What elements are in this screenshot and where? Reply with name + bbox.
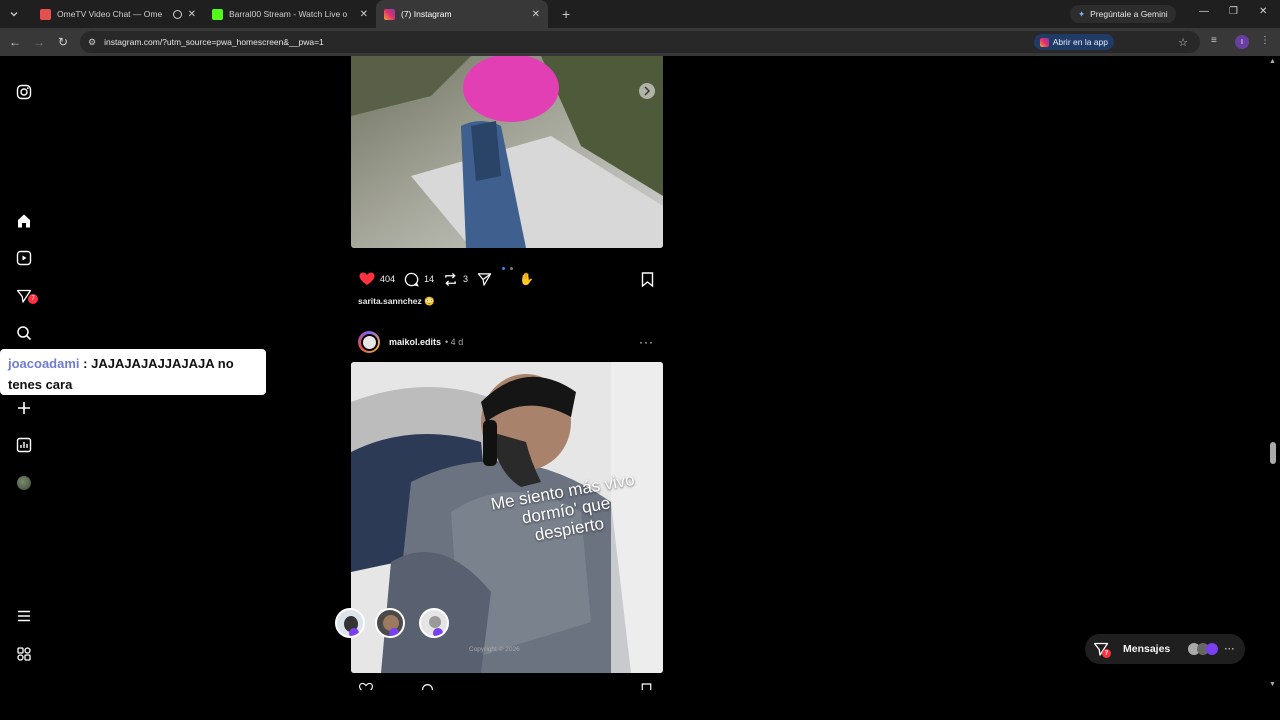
close-tab-icon[interactable]: ✕ — [188, 9, 196, 20]
reload-button[interactable]: ↻ — [51, 35, 75, 49]
scroll-down-icon[interactable]: ▼ — [1269, 681, 1276, 688]
carousel-next-icon — [639, 83, 655, 99]
browser-toolbar: ← → ↻ ⚙ instagram.com/?utm_source=pwa_ho… — [0, 28, 1280, 56]
browser-tabbar: OmeTV Video Chat — Ome ✕ Barral00 Stream… — [0, 0, 1280, 28]
minimize-button[interactable]: — — [1199, 6, 1209, 17]
messages-icon[interactable]: 7 — [14, 286, 38, 306]
home-icon[interactable] — [14, 211, 34, 231]
instagram-icon — [1039, 37, 1049, 47]
like-heart-icon[interactable] — [359, 272, 375, 286]
likes-count: 404 — [380, 274, 396, 284]
forward-button[interactable]: → — [27, 35, 51, 49]
comment-icon[interactable] — [404, 272, 419, 287]
profile-avatar[interactable]: I — [1235, 35, 1249, 49]
also-from-meta-icon[interactable] — [14, 644, 34, 664]
close-tab-icon[interactable]: ✕ — [360, 9, 368, 20]
tab-instagram[interactable]: (7) Instagram ✕ — [376, 0, 548, 28]
hand-cursor-icon: ✋ — [519, 272, 535, 286]
gemini-label: Pregúntale a Gemini — [1090, 9, 1168, 19]
site-info-icon[interactable]: ⚙ — [88, 37, 96, 48]
post-time: • 4 d — [445, 337, 464, 347]
restore-button[interactable]: ❐ — [1229, 6, 1238, 17]
chat-username: joacoadami — [8, 356, 80, 371]
page-scrollbar[interactable]: ▲ ▼ — [1266, 56, 1280, 690]
caption-emoji: 😳 — [424, 296, 435, 306]
viewer-avatar — [375, 608, 405, 638]
browser-menu-icon[interactable]: ⋮ — [1260, 35, 1270, 46]
bottom-letterbox — [0, 690, 1280, 720]
carousel-dots — [502, 257, 514, 270]
reels-icon[interactable] — [14, 248, 34, 268]
open-in-app-button[interactable]: Abrir en la app — [1033, 34, 1114, 50]
gemini-button[interactable]: ✦ Pregúntale a Gemini — [1070, 5, 1176, 23]
post-header-2: maikol.edits • 4 d ··· — [351, 329, 663, 355]
share-icon[interactable] — [477, 272, 492, 287]
post-caption-1: sarita.sannchez 😳 — [358, 296, 435, 307]
viewer-avatar — [419, 608, 449, 638]
bookmark-star-icon[interactable]: ☆ — [1178, 36, 1188, 49]
dashboard-icon[interactable] — [14, 435, 34, 455]
open-in-app-label: Abrir en la app — [1052, 37, 1108, 47]
instagram-logo-icon[interactable] — [14, 82, 34, 102]
profile-avatar-icon[interactable] — [14, 473, 34, 493]
tab-kick[interactable]: Barral00 Stream - Watch Live o ✕ — [204, 0, 376, 28]
post-author-username[interactable]: maikol.edits — [389, 337, 441, 347]
scroll-up-icon[interactable]: ▲ — [1269, 58, 1276, 65]
create-icon[interactable] — [14, 398, 34, 418]
close-tab-icon[interactable]: ✕ — [532, 9, 540, 20]
messages-badge: 7 — [1102, 649, 1111, 658]
instagram-favicon-icon — [384, 8, 395, 20]
more-options-icon[interactable]: ··· — [639, 335, 654, 349]
copyright-text: Copyright © 2026 — [469, 646, 520, 653]
post-media-1[interactable] — [351, 56, 663, 248]
tab-search-icon[interactable] — [4, 4, 24, 24]
gemini-icon: ✦ — [1078, 8, 1086, 19]
stream-chat-message: joacoadami : JAJAJAJAJJAJAJA no tenes ca… — [0, 349, 266, 395]
messages-avatars — [1188, 643, 1219, 655]
repost-icon[interactable] — [443, 272, 458, 287]
address-bar[interactable]: ⚙ instagram.com/?utm_source=pwa_homescre… — [80, 31, 1200, 53]
caption-username[interactable]: sarita.sannchez — [358, 296, 422, 306]
url-text: instagram.com/?utm_source=pwa_homescreen… — [104, 37, 324, 47]
search-icon[interactable] — [14, 323, 34, 343]
more-menu-icon[interactable] — [14, 606, 34, 626]
tab-search-menu-icon[interactable]: ≡ — [1211, 35, 1217, 46]
post-actions-1: 404 14 3 ✋ — [351, 268, 663, 290]
more-dots-icon: ··· — [1224, 643, 1235, 655]
scroll-thumb[interactable] — [1270, 442, 1276, 464]
tab-title: OmeTV Video Chat — Ome — [57, 9, 163, 19]
back-button[interactable]: ← — [3, 35, 27, 49]
ometv-favicon-icon — [40, 8, 51, 20]
tab-title: Barral00 Stream - Watch Live o — [229, 9, 348, 19]
save-bookmark-icon[interactable] — [641, 271, 654, 287]
messages-label: Mensajes — [1123, 643, 1171, 655]
recording-icon — [172, 9, 182, 19]
comments-count: 14 — [424, 274, 435, 284]
notification-badge: 7 — [28, 294, 38, 304]
reposts-count: 3 — [463, 274, 469, 284]
tab-ometv[interactable]: OmeTV Video Chat — Ome ✕ — [32, 0, 204, 28]
messages-button[interactable]: 7 Mensajes ··· — [1085, 634, 1245, 664]
kick-favicon-icon — [212, 8, 223, 20]
post-author-avatar[interactable] — [358, 331, 380, 353]
viewer-avatar — [335, 608, 365, 638]
new-tab-button[interactable]: + — [562, 6, 570, 22]
chat-separator: : — [79, 356, 92, 371]
close-window-button[interactable]: ✕ — [1259, 6, 1267, 17]
tab-title: (7) Instagram — [401, 9, 452, 19]
